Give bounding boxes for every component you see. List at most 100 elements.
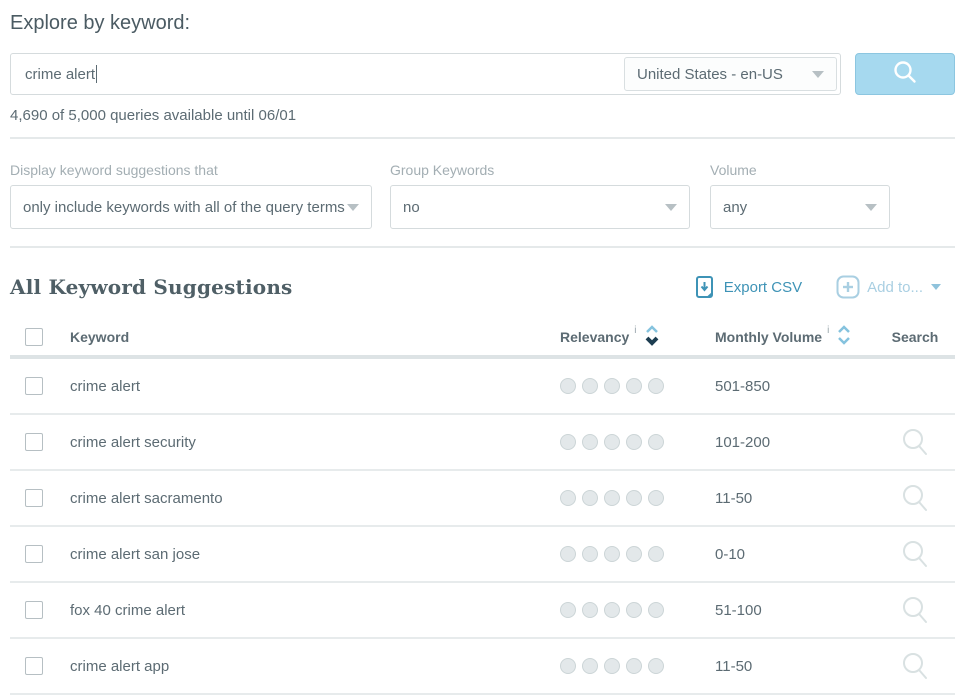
relevancy-dot (582, 378, 598, 394)
locale-select-value: United States - en-US (637, 66, 783, 83)
relevancy-dots (560, 658, 670, 674)
relevancy-dots (560, 602, 670, 618)
suggestions-header: All Keyword Suggestions Export CSV Add t… (10, 275, 955, 299)
table-row: crime alert san jose 0-10 (10, 527, 955, 583)
relevancy-dot (648, 434, 664, 450)
relevancy-dots (560, 434, 670, 450)
search-keyword-icon[interactable] (901, 595, 929, 625)
relevancy-dot (648, 490, 664, 506)
info-icon[interactable]: i (634, 324, 636, 338)
divider (10, 246, 955, 248)
column-header-volume[interactable]: Monthly Volume (715, 329, 822, 345)
search-keyword-icon[interactable] (901, 651, 929, 681)
suggestions-title: All Keyword Suggestions (10, 275, 293, 299)
query-quota-text: 4,690 of 5,000 queries available until 0… (10, 107, 955, 124)
relevancy-dot (604, 602, 620, 618)
keyword-cell: crime alert sacramento (70, 490, 223, 507)
relevancy-dot (582, 490, 598, 506)
relevancy-dot (582, 546, 598, 562)
search-keyword-icon[interactable] (901, 483, 929, 513)
volume-select[interactable]: any (710, 185, 890, 229)
suggestion-type-select[interactable]: only include keywords with all of the qu… (10, 185, 372, 229)
relevancy-dot (604, 378, 620, 394)
relevancy-dot (604, 546, 620, 562)
group-keywords-value: no (403, 199, 420, 216)
filter-label: Volume (710, 162, 890, 178)
table-body: crime alert 501-850 crime alert security… (10, 359, 955, 695)
volume-cell: 501-850 (715, 378, 770, 395)
row-checkbox[interactable] (25, 545, 43, 563)
select-all-checkbox[interactable] (25, 328, 43, 346)
keyword-cell: crime alert san jose (70, 546, 200, 563)
search-keyword-icon[interactable] (901, 539, 929, 569)
filter-label: Group Keywords (390, 162, 690, 178)
relevancy-dot (560, 546, 576, 562)
keyword-cell: fox 40 crime alert (70, 602, 185, 619)
info-icon[interactable]: i (827, 324, 829, 338)
table-header-row: Keyword Relevancy i Monthly Volume i (10, 319, 955, 359)
relevancy-dot (626, 546, 642, 562)
relevancy-dot (648, 602, 664, 618)
row-checkbox[interactable] (25, 433, 43, 451)
relevancy-dot (582, 658, 598, 674)
group-keywords-select[interactable]: no (390, 185, 690, 229)
row-checkbox[interactable] (25, 657, 43, 675)
export-csv-button[interactable]: Export CSV (695, 275, 802, 299)
chevron-down-icon (347, 204, 359, 211)
row-checkbox[interactable] (25, 377, 43, 395)
table-row: crime alert security 101-200 (10, 415, 955, 471)
sort-volume-icon[interactable] (836, 324, 852, 351)
volume-cell: 11-50 (715, 658, 752, 675)
sort-relevancy-icon[interactable] (644, 324, 660, 351)
filter-label: Display keyword suggestions that (10, 162, 372, 178)
row-checkbox[interactable] (25, 601, 43, 619)
table-row: crime alert 501-850 (10, 359, 955, 415)
relevancy-dot (604, 490, 620, 506)
header-actions: Export CSV Add to... (695, 275, 955, 299)
filters-row: Display keyword suggestions that only in… (10, 162, 955, 229)
chevron-down-icon (865, 204, 877, 211)
volume-cell: 0-10 (715, 546, 745, 563)
locale-select[interactable]: United States - en-US (624, 57, 837, 91)
relevancy-dot (560, 490, 576, 506)
add-to-button[interactable]: Add to... (836, 275, 941, 299)
row-checkbox[interactable] (25, 489, 43, 507)
chevron-down-icon (931, 284, 941, 290)
table-row: fox 40 crime alert 51-100 (10, 583, 955, 639)
filter-group-grouping: Group Keywords no (390, 162, 690, 229)
add-to-label: Add to... (867, 279, 923, 296)
search-row: crime alert United States - en-US (10, 53, 955, 95)
relevancy-dot (648, 378, 664, 394)
relevancy-dot (626, 602, 642, 618)
search-keyword-icon[interactable] (901, 427, 929, 457)
search-button[interactable] (855, 53, 955, 95)
text-cursor (96, 65, 97, 83)
volume-cell: 11-50 (715, 490, 752, 507)
relevancy-dots (560, 546, 670, 562)
volume-cell: 51-100 (715, 602, 762, 619)
table-row: crime alert sacramento 11-50 (10, 471, 955, 527)
column-header-keyword: Keyword (70, 329, 129, 345)
suggestion-type-value: only include keywords with all of the qu… (23, 199, 345, 216)
filter-group-suggestions: Display keyword suggestions that only in… (10, 162, 372, 229)
column-header-search: Search (892, 329, 939, 345)
keyword-cell: crime alert app (70, 658, 169, 675)
relevancy-dot (648, 658, 664, 674)
volume-value: any (723, 199, 747, 216)
relevancy-dot (626, 658, 642, 674)
relevancy-dot (626, 378, 642, 394)
chevron-down-icon (665, 204, 677, 211)
relevancy-dot (560, 602, 576, 618)
volume-cell: 101-200 (715, 434, 770, 451)
chevron-down-icon (812, 71, 824, 78)
keyword-suggestions-table: Keyword Relevancy i Monthly Volume i (10, 319, 955, 695)
keyword-explorer-page: Explore by keyword: crime alert United S… (0, 11, 965, 695)
search-query-text: crime alert (25, 66, 95, 83)
keyword-cell: crime alert security (70, 434, 196, 451)
relevancy-dot (648, 546, 664, 562)
export-csv-icon (695, 275, 715, 299)
search-icon (891, 58, 919, 91)
relevancy-dot (604, 658, 620, 674)
column-header-relevancy[interactable]: Relevancy (560, 329, 629, 345)
plus-icon (836, 275, 860, 299)
